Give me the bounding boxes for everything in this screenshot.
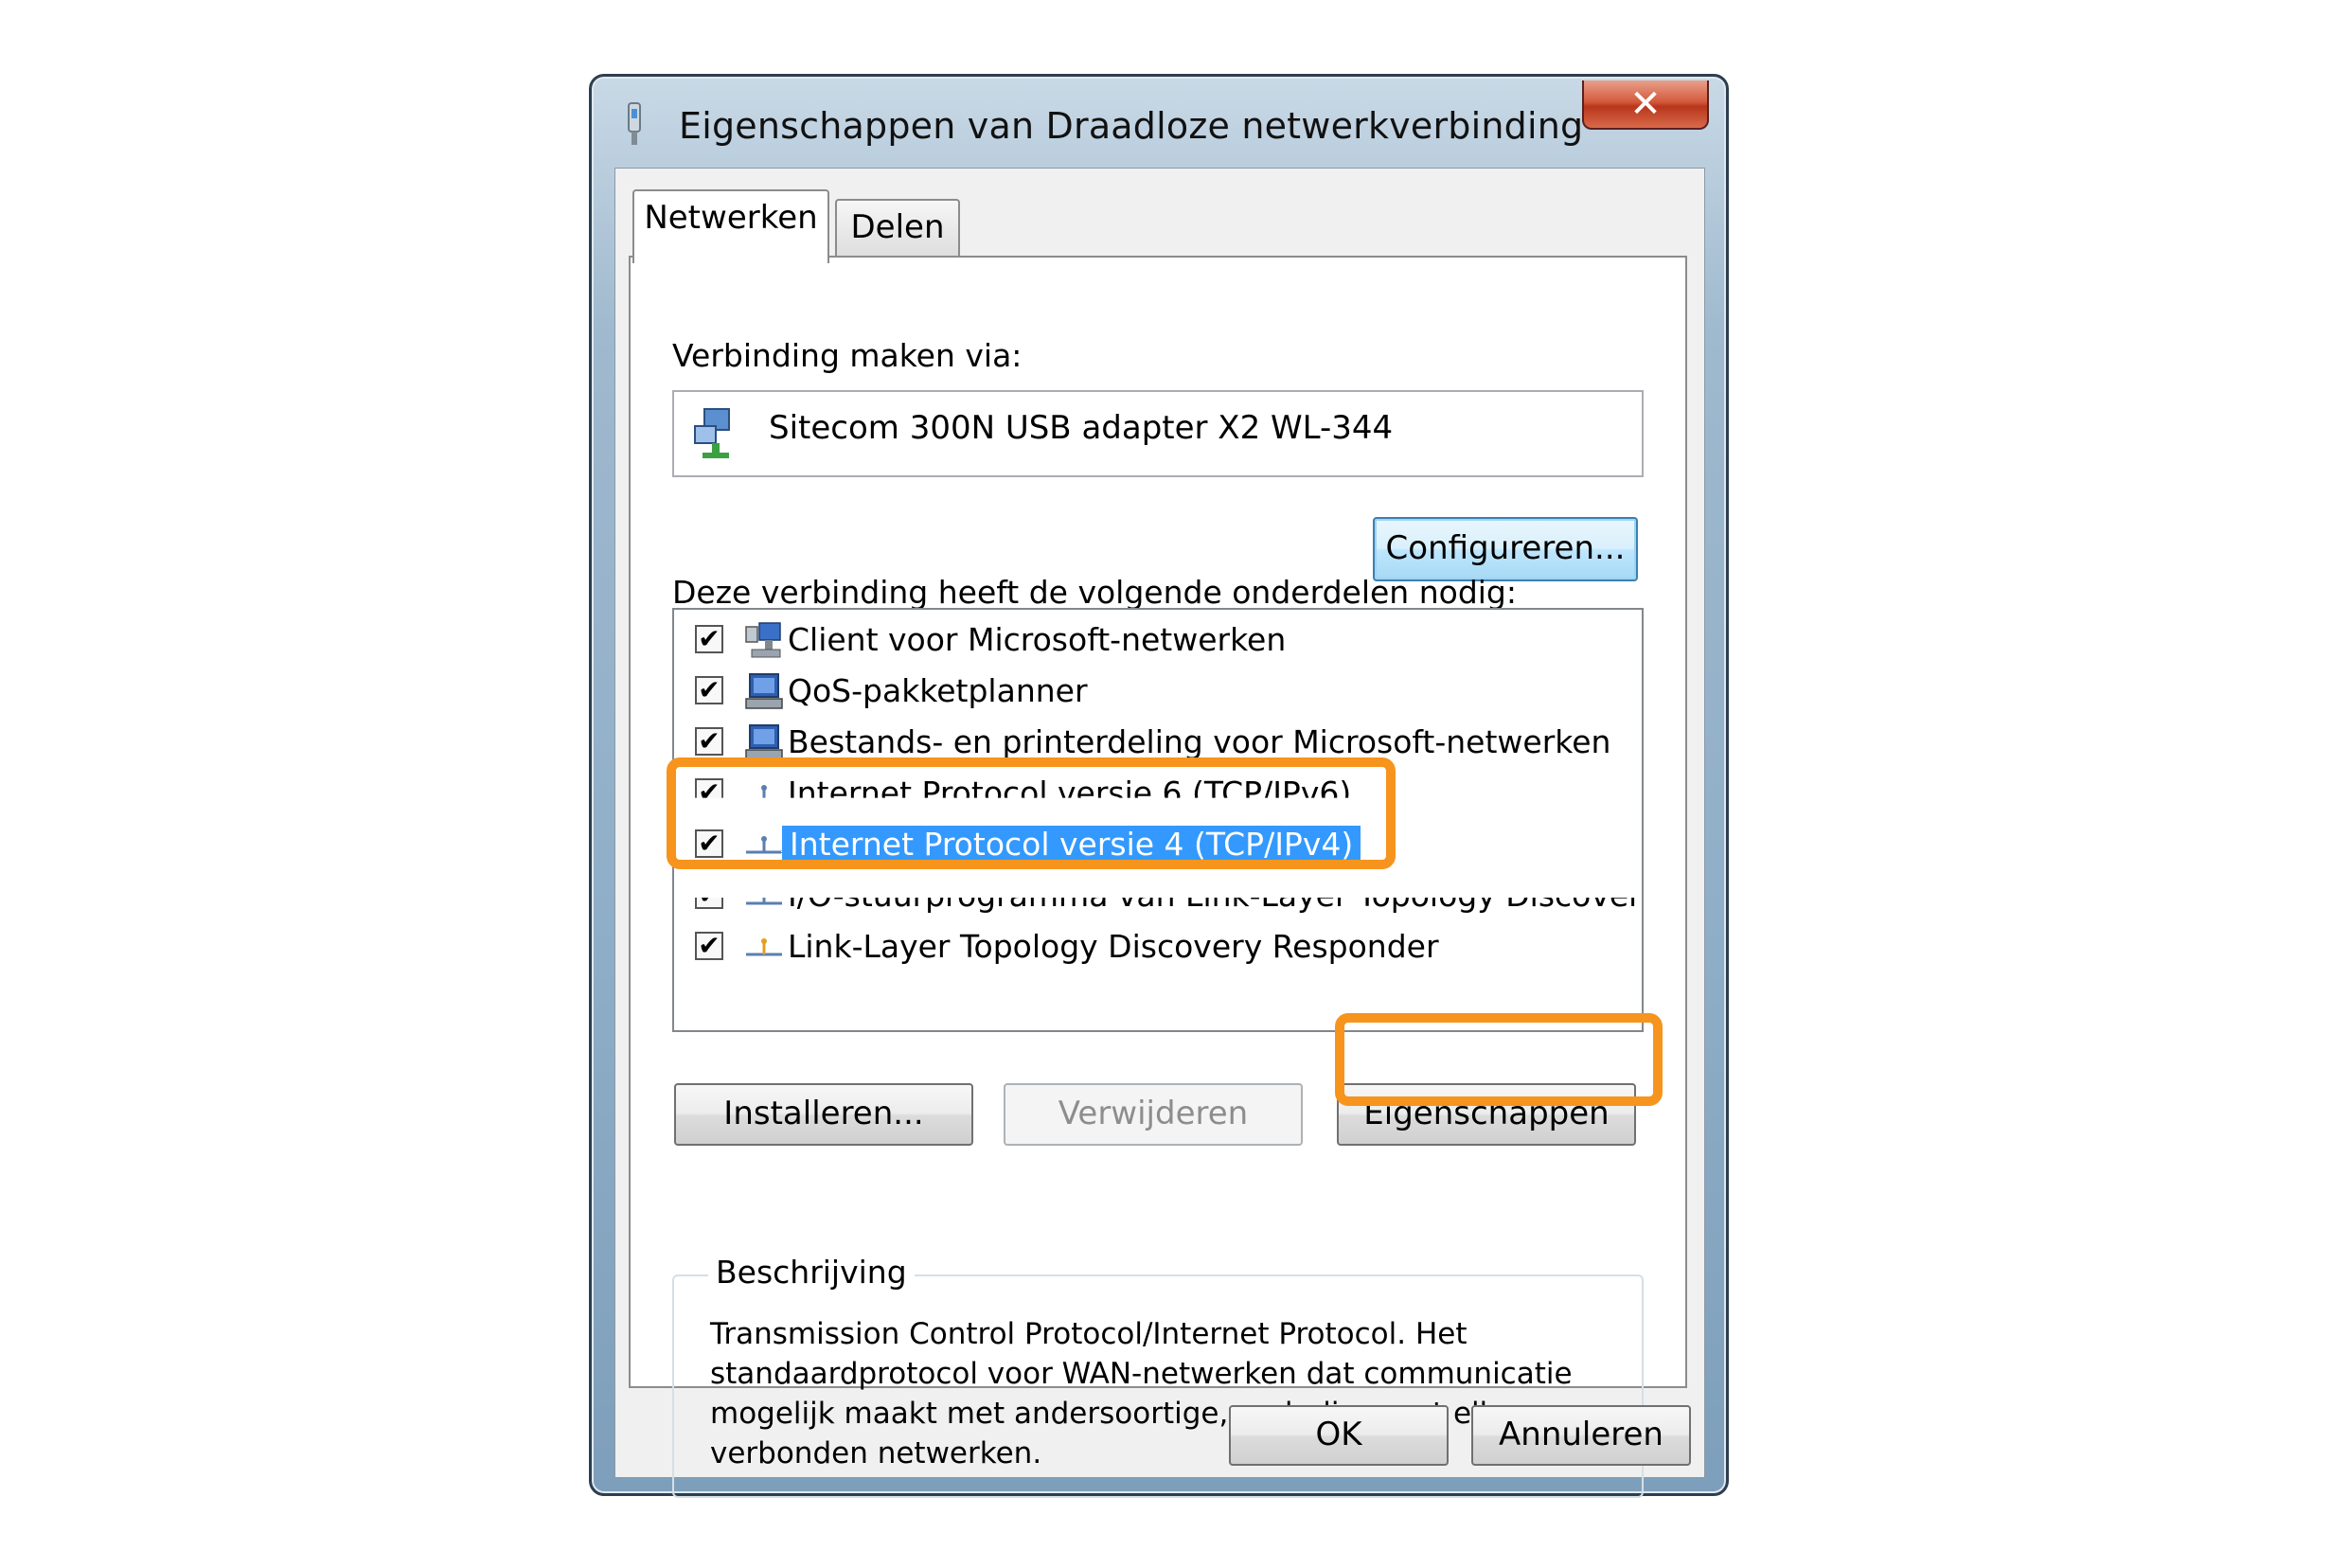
protocol-icon — [746, 938, 782, 956]
window-title: Eigenschappen van Draadloze netwerkverbi… — [679, 105, 1584, 147]
protocol-icon — [746, 898, 782, 905]
tab-netwerken[interactable]: Netwerken — [632, 189, 829, 263]
tab-delen[interactable]: Delen — [835, 199, 960, 256]
component-label: I/O-stuurprogramma van Link-Layer Topolo… — [788, 877, 1644, 914]
list-item[interactable]: ✔ Link-Layer Topology Discovery Responde… — [674, 924, 1640, 973]
component-label: QoS-pakketplanner — [788, 672, 1088, 709]
connect-via-label: Verbinding maken via: — [672, 337, 1023, 374]
computer-service-icon — [745, 673, 783, 709]
cancel-button[interactable]: Annuleren — [1471, 1405, 1691, 1466]
component-checkbox[interactable]: ✔ — [695, 932, 723, 960]
component-checkbox[interactable]: ✔ — [695, 676, 723, 704]
network-adapter-icon — [628, 102, 641, 145]
component-checkbox[interactable]: ✔ — [695, 625, 723, 653]
component-label: Bestands- en printerdeling voor Microsof… — [788, 723, 1611, 760]
list-item[interactable]: ✔ I/O-stuurprogramma van Link-Layer Topo… — [674, 898, 1640, 922]
network-adapter-icon — [694, 408, 730, 458]
component-checkbox[interactable]: ✔ — [695, 898, 723, 909]
adapter-field: Sitecom 300N USB adapter X2 WL-344 — [672, 390, 1644, 477]
network-client-icon — [745, 622, 781, 658]
install-button[interactable]: Installeren... — [674, 1083, 973, 1146]
adapter-name: Sitecom 300N USB adapter X2 WL-344 — [769, 409, 1394, 447]
component-checkbox[interactable]: ✔ — [695, 727, 723, 756]
highlight-ipv4-item — [667, 757, 1396, 869]
remove-button[interactable]: Verwijderen — [1004, 1083, 1303, 1146]
description-title: Beschrijving — [708, 1254, 915, 1291]
components-label: Deze verbinding heeft de volgende onderd… — [672, 574, 1517, 611]
component-label: Link-Layer Topology Discovery Responder — [788, 928, 1439, 965]
component-label: Client voor Microsoft-netwerken — [788, 621, 1287, 658]
close-button[interactable]: ✕ — [1582, 80, 1709, 130]
list-item[interactable]: ✔ QoS-pakketplanner — [674, 668, 1640, 718]
highlight-properties-button — [1335, 1013, 1663, 1106]
configure-button[interactable]: Configureren... — [1373, 517, 1638, 581]
ok-button[interactable]: OK — [1229, 1405, 1449, 1466]
list-item[interactable]: ✔ Client voor Microsoft-netwerken — [674, 617, 1640, 667]
